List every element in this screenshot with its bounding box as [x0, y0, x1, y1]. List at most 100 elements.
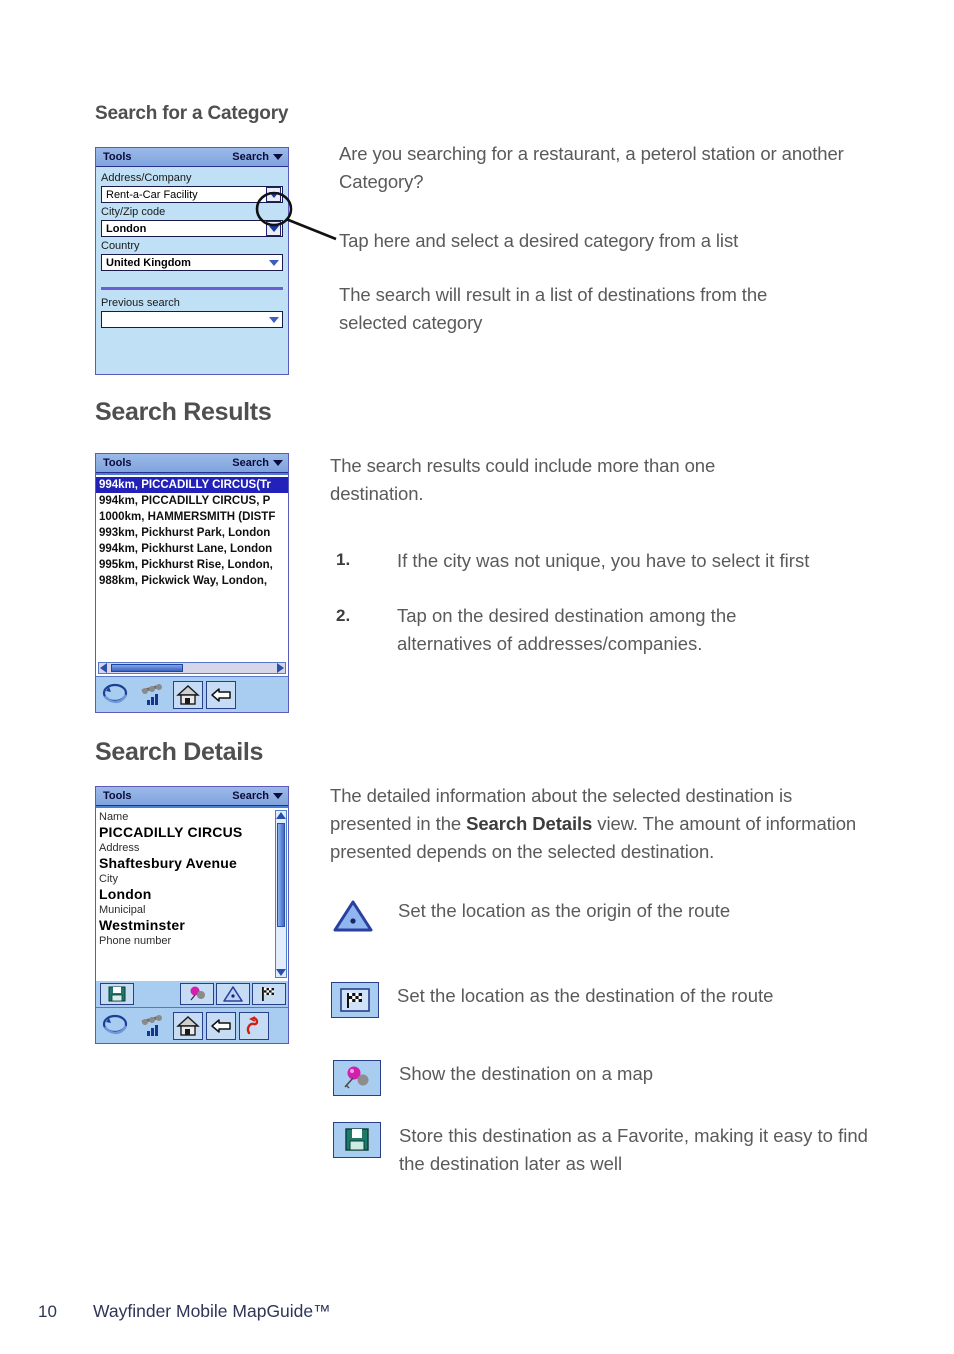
list-item[interactable]: 993km, Pickhurst Park, London — [96, 525, 288, 541]
field-label-previous-search: Previous search — [101, 297, 180, 309]
field-country-value: United Kingdom — [106, 256, 191, 269]
chevron-down-icon — [268, 225, 279, 232]
globe-route-icon[interactable] — [99, 680, 133, 710]
scrollbar-thumb[interactable] — [277, 823, 285, 927]
vertical-scrollbar[interactable] — [275, 810, 287, 978]
pda-tools-menu[interactable]: Tools — [103, 790, 132, 802]
paragraph-search-results-intro: The search results could include more th… — [330, 455, 716, 504]
save-floppy-icon[interactable] — [100, 983, 134, 1005]
scroll-down-arrow-icon[interactable] — [276, 969, 286, 976]
chevron-down-icon — [273, 793, 283, 799]
save-floppy-icon — [333, 1122, 381, 1158]
field-address-company-dropdown-button[interactable] — [266, 187, 281, 202]
detail-label-municipal: Municipal — [99, 904, 146, 916]
chevron-down-icon — [273, 460, 283, 466]
detail-value-address: Shaftesbury Avenue — [99, 855, 237, 871]
field-city-zip[interactable]: London — [101, 220, 283, 237]
manual-page: Search for a Category Tools Search Addre… — [0, 0, 954, 1354]
list-number-1: 1. — [336, 550, 351, 569]
legend-text-store-favorite: Store this destination as a Favorite, ma… — [399, 1125, 868, 1174]
destination-flag-icon — [331, 982, 379, 1018]
map-pin-icon[interactable] — [180, 983, 214, 1005]
pda-tools-menu[interactable]: Tools — [103, 457, 132, 469]
field-label-city-zip: City/Zip code — [101, 206, 166, 218]
pda-search-menu-label: Search — [232, 790, 269, 802]
globe-route-icon[interactable] — [99, 1011, 133, 1041]
form-divider — [101, 287, 283, 290]
pda-bottom-toolbar — [96, 676, 288, 712]
search-results-list[interactable]: 994km, PICCADILLY CIRCUS(Tr 994km, PICCA… — [96, 477, 288, 640]
list-number-2: 2. — [336, 606, 351, 625]
pda-screen-search-for-a-category: Tools Search Address/Company Rent-a-Car … — [95, 147, 289, 375]
origin-triangle-icon[interactable] — [216, 983, 250, 1005]
step-text-1: If the city was not unique, you have to … — [397, 550, 810, 571]
list-item[interactable]: 994km, Pickhurst Lane, London — [96, 541, 288, 557]
paragraph-search-details-description: The detailed information about the selec… — [330, 782, 865, 866]
search-details-panel: Name PICCADILLY CIRCUS Address Shaftesbu… — [96, 806, 288, 1043]
pda-screen-search-details: Tools Search Name PICCADILLY CIRCUS Addr… — [95, 786, 289, 1044]
back-arrow-icon[interactable] — [206, 1011, 236, 1040]
origin-triangle-icon — [330, 897, 376, 937]
gps-signal-icon[interactable] — [136, 1011, 170, 1041]
scrollbar-thumb[interactable] — [111, 664, 183, 672]
field-address-company[interactable]: Rent-a-Car Facility — [101, 186, 283, 203]
pda-search-menu[interactable]: Search — [232, 151, 283, 163]
horizontal-scrollbar[interactable] — [98, 662, 286, 674]
footer-page-number: 10 — [38, 1302, 57, 1321]
field-city-zip-dropdown-button[interactable] — [266, 221, 281, 236]
step-text-2: Tap on the desired destination among the… — [397, 605, 737, 654]
detail-label-name: Name — [99, 811, 129, 823]
legend-row-show-on-map: Show the destination on a map — [333, 1060, 863, 1096]
legend-row-destination: Set the location as the destination of t… — [331, 982, 861, 1018]
legend-text-origin: Set the location as the origin of the ro… — [398, 900, 731, 921]
home-icon[interactable] — [173, 1011, 203, 1040]
reroute-icon[interactable] — [239, 1011, 269, 1040]
chevron-down-icon — [273, 154, 283, 160]
detail-label-address: Address — [99, 842, 140, 854]
field-city-zip-value: London — [106, 222, 147, 235]
field-previous-search-dropdown-arrow[interactable] — [266, 316, 282, 323]
home-icon[interactable] — [173, 680, 203, 709]
section-heading-search-for-a-category: Search for a Category — [95, 103, 289, 124]
list-item[interactable]: 994km, PICCADILLY CIRCUS, P — [96, 493, 288, 509]
pda-tools-menu[interactable]: Tools — [103, 151, 132, 163]
chevron-down-icon — [269, 259, 279, 266]
list-item[interactable]: 1000km, HAMMERSMITH (DISTF — [96, 509, 288, 525]
legend-text-destination: Set the location as the destination of t… — [397, 985, 774, 1006]
page-footer: 10 Wayfinder Mobile MapGuide™ — [38, 1301, 331, 1322]
list-item[interactable]: 988km, Pickwick Way, London, — [96, 573, 288, 589]
list-item[interactable]: 994km, PICCADILLY CIRCUS(Tr — [96, 477, 288, 493]
field-previous-search[interactable] — [101, 311, 283, 328]
scroll-left-arrow-icon[interactable] — [100, 663, 107, 673]
detail-value-city: London — [99, 886, 152, 902]
field-label-address-company: Address/Company — [101, 172, 192, 184]
legend-text-show-on-map: Show the destination on a map — [399, 1063, 654, 1084]
pda-screen-search-results: Tools Search 994km, PICCADILLY CIRCUS(Tr… — [95, 453, 289, 713]
chevron-down-icon — [269, 316, 279, 323]
detail-label-phone-number: Phone number — [99, 935, 172, 947]
back-arrow-icon[interactable] — [206, 680, 236, 709]
paragraph-part-bold: Search Details — [466, 813, 593, 834]
field-label-country: Country — [101, 240, 140, 252]
list-item[interactable]: 995km, Pickhurst Rise, London, — [96, 557, 288, 573]
field-country[interactable]: United Kingdom — [101, 254, 283, 271]
pda-search-menu[interactable]: Search — [232, 457, 283, 469]
pda-bottom-toolbar — [96, 1007, 288, 1043]
scroll-up-arrow-icon[interactable] — [276, 812, 286, 819]
field-country-dropdown-arrow[interactable] — [266, 259, 282, 266]
paragraph-are-you-searching: Are you searching for a restaurant, a pe… — [339, 143, 844, 192]
gps-signal-icon[interactable] — [136, 680, 170, 710]
field-address-company-value: Rent-a-Car Facility — [106, 188, 198, 201]
section-heading-search-details: Search Details — [95, 738, 264, 766]
legend-row-origin: Set the location as the origin of the ro… — [330, 897, 860, 937]
detail-value-municipal: Westminster — [99, 917, 185, 933]
pda-title-bar: Tools Search — [96, 787, 288, 806]
paragraph-search-will-result: The search will result in a list of dest… — [339, 284, 768, 333]
pda-search-menu[interactable]: Search — [232, 790, 283, 802]
search-results-panel: 994km, PICCADILLY CIRCUS(Tr 994km, PICCA… — [96, 473, 288, 712]
pda-search-menu-label: Search — [232, 151, 269, 163]
detail-value-name: PICCADILLY CIRCUS — [99, 824, 243, 840]
scroll-right-arrow-icon[interactable] — [277, 663, 284, 673]
search-details-list: Name PICCADILLY CIRCUS Address Shaftesbu… — [99, 810, 274, 978]
destination-flag-icon[interactable] — [252, 983, 286, 1005]
